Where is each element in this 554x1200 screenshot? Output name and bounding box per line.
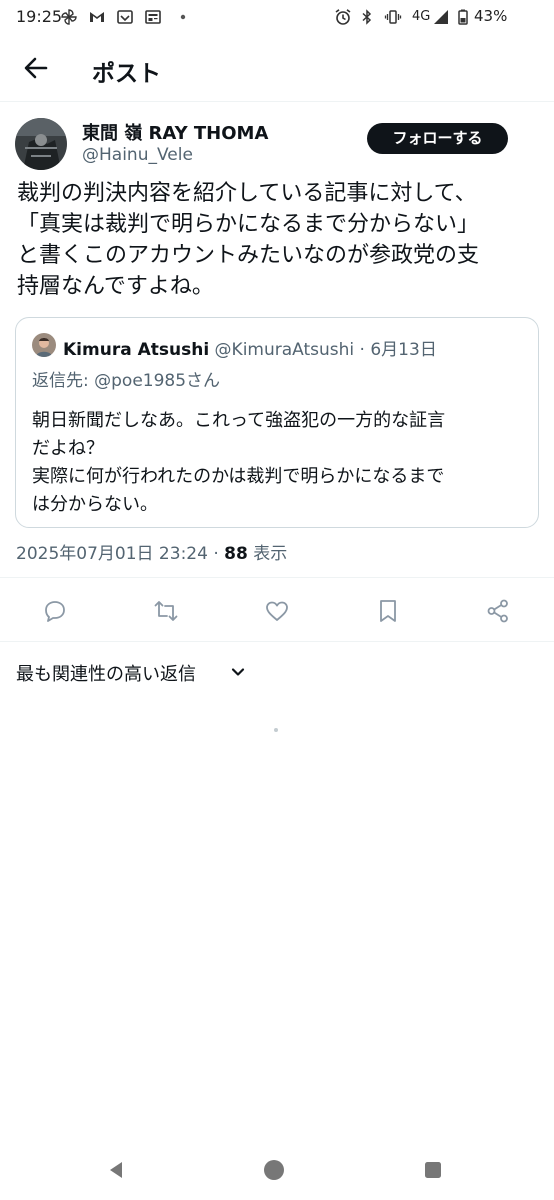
views-count: 88 <box>224 544 248 564</box>
post-text-line: 裁判の判決内容を紹介している記事に対して、 <box>17 181 477 206</box>
quote-reply-to: 返信先: @poe1985さん <box>32 371 221 391</box>
quote-author-meta: @KimuraAtsushi · 6月13日 <box>209 340 437 360</box>
post-text-line: と書くこのアカウントみたいなのが参政党の支 <box>17 243 480 268</box>
vibrate-icon <box>384 10 402 24</box>
author-name[interactable]: 東間 嶺 RAY THOMA <box>82 119 268 145</box>
avatar[interactable] <box>15 118 67 170</box>
post-text-line: 「真実は裁判で明らかになるまで分からない」 <box>17 212 480 237</box>
recents-square-icon[interactable] <box>421 1158 445 1182</box>
avatar-image <box>15 118 67 170</box>
follow-button[interactable]: フォローする <box>367 123 508 154</box>
quote-body-line: 朝日新聞だしなあ。これって強盗犯の一方的な証言 <box>32 410 446 431</box>
bookmark-icon[interactable] <box>375 598 401 624</box>
quote-avatar <box>32 333 56 357</box>
post-text: 裁判の判決内容を紹介している記事に対して、 「真実は裁判で明らかになるまで分から… <box>17 178 542 302</box>
alarm-icon <box>335 9 351 25</box>
quote-author-name: Kimura Atsushi <box>63 340 210 360</box>
post-timestamp: 2025年07月01日 23:24 · <box>16 544 225 564</box>
page-title: ポスト <box>92 61 161 87</box>
quote-body: 朝日新聞だしなあ。これって強盗犯の一方的な証言 だよね？ 実際に何が行われたのか… <box>32 407 532 519</box>
like-icon[interactable] <box>264 598 290 624</box>
quote-header: Kimura Atsushi @KimuraAtsushi · 6月13日 <box>63 335 437 360</box>
post-text-line: 持層なんですよね。 <box>17 274 214 299</box>
retweet-icon[interactable] <box>153 598 179 624</box>
status-bar: 19:25 4G 43% <box>0 0 554 34</box>
news-icon <box>145 10 161 24</box>
dot-icon <box>180 14 186 20</box>
replies-sort-label[interactable]: 最も関連性の高い返信 <box>16 660 196 686</box>
battery-icon <box>458 9 468 25</box>
quoted-post-card[interactable]: Kimura Atsushi @KimuraAtsushi · 6月13日 返信… <box>15 317 539 528</box>
battery-level: 43% <box>474 7 508 25</box>
timestamp-row: 2025年07月01日 23:24 · 88 表示 <box>16 539 287 564</box>
loading-indicator <box>274 728 278 732</box>
quote-body-line: は分からない。 <box>32 494 158 515</box>
network-type: 4G <box>412 9 431 24</box>
divider <box>0 577 554 578</box>
status-time: 19:25 <box>16 7 63 26</box>
quote-avatar-image <box>32 333 56 357</box>
chevron-down-icon[interactable] <box>229 663 247 681</box>
back-triangle-icon[interactable] <box>104 1158 128 1182</box>
signal-icon <box>434 10 448 24</box>
inbox-icon <box>117 10 133 24</box>
pinwheel-icon <box>61 9 77 25</box>
quote-body-line: だよね？ <box>32 438 104 459</box>
arrow-left-icon[interactable] <box>20 52 52 84</box>
reply-icon[interactable] <box>42 598 68 624</box>
home-circle-icon[interactable] <box>262 1158 286 1182</box>
bluetooth-icon <box>362 9 372 25</box>
app-header: ポスト <box>0 34 554 102</box>
share-icon[interactable] <box>485 598 511 624</box>
gmail-icon <box>90 12 104 22</box>
views-label: 表示 <box>247 544 288 564</box>
divider <box>0 641 554 642</box>
author-handle[interactable]: @Hainu_Vele <box>82 145 193 165</box>
quote-body-line: 実際に何が行われたのかは裁判で明らかになるまで <box>32 466 445 487</box>
